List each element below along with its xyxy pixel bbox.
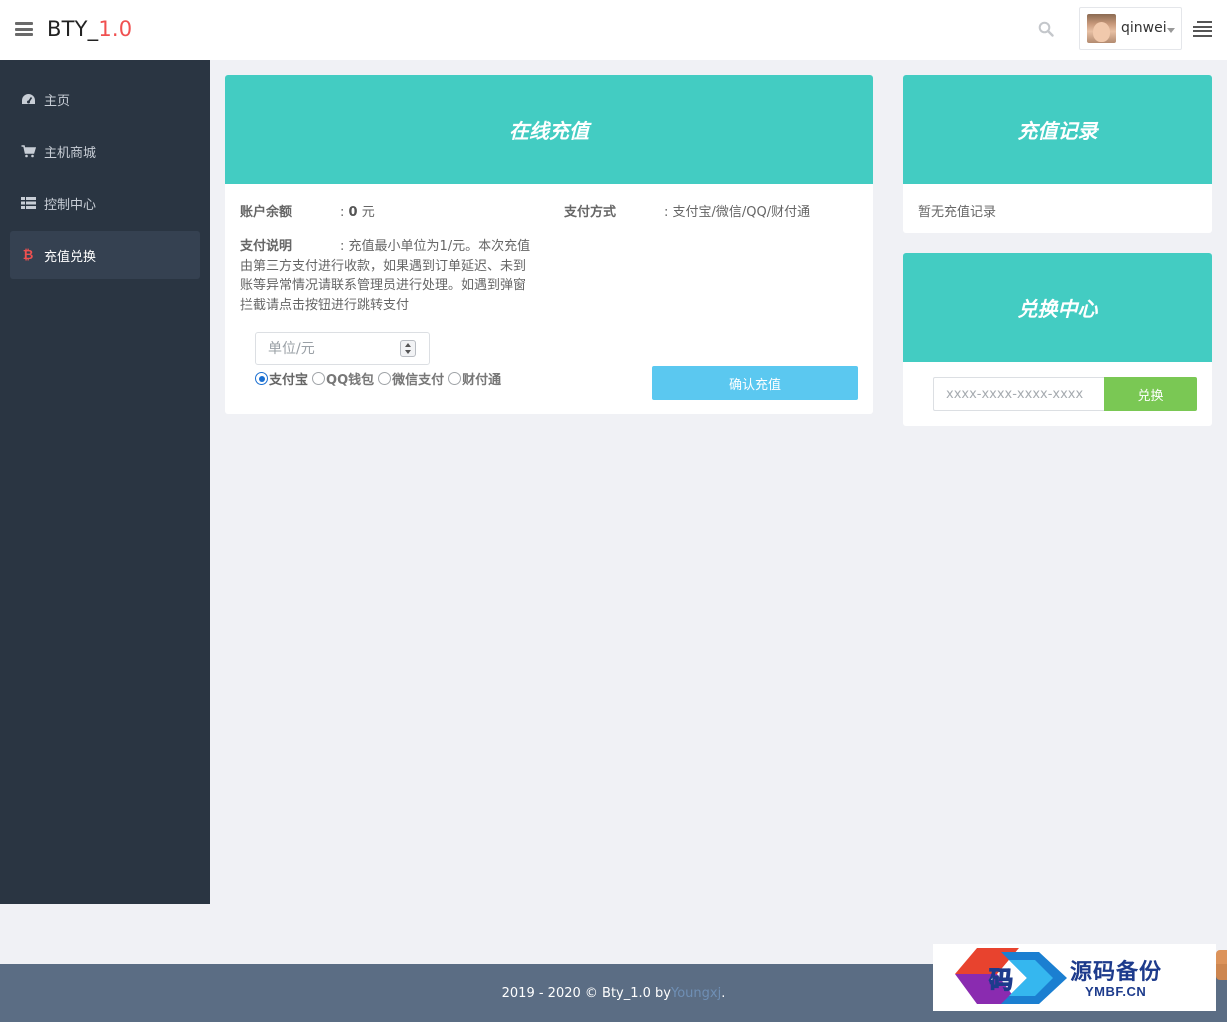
redeem-code-input[interactable] — [933, 377, 1105, 411]
radio-label: QQ钱包 — [326, 373, 375, 388]
footer-end: . — [721, 985, 726, 1001]
list-icon — [20, 195, 36, 211]
pay-method-label: 支付方式 — [564, 205, 617, 220]
watermark-logo: 码 — [955, 948, 1067, 1004]
radio-dot — [255, 372, 268, 385]
chevron-down-icon — [1167, 28, 1175, 33]
pay-options: 支付宝 QQ钱包 微信支付 财付通 — [255, 369, 505, 388]
amount-field — [255, 332, 430, 365]
balance-label: 账户余额 — [240, 205, 293, 220]
watermark-logo-char: 码 — [989, 965, 1013, 994]
balance-unit: 元 — [357, 205, 375, 220]
sidebar-item-label: 充值兑换 — [44, 249, 97, 265]
avatar — [1087, 14, 1116, 43]
exchange-panel: 兑换中心 兑换 — [903, 253, 1212, 426]
watermark-edge — [1216, 950, 1227, 980]
aside-toggle-icon[interactable] — [1193, 21, 1212, 37]
radio-label: 支付宝 — [269, 373, 309, 388]
sidebar-item-label: 控制中心 — [44, 197, 97, 213]
bitcoin-icon: ₿ — [22, 248, 34, 263]
records-title: 充值记录 — [903, 75, 1212, 184]
confirm-recharge-button[interactable]: 确认充值 — [652, 366, 858, 400]
watermark-name: 源码备份 — [1070, 959, 1163, 985]
amount-stepper[interactable] — [400, 340, 416, 357]
balance-value: : 0 元 — [340, 201, 375, 220]
exchange-title: 兑换中心 — [903, 253, 1212, 362]
radio-wechat-pay[interactable]: 微信支付 — [378, 369, 444, 388]
radio-qq-wallet[interactable]: QQ钱包 — [312, 369, 374, 388]
sidebar-item-host-shop[interactable]: 主机商城 — [10, 127, 200, 175]
records-empty-text: 暂无充值记录 — [918, 205, 997, 220]
recharge-panel: 在线充值 账户余额 : 0 元 支付方式 : 支付宝/微信/QQ/财付通 支付说… — [225, 75, 873, 414]
balance-amount: 0 — [348, 205, 358, 220]
radio-dot — [448, 372, 462, 385]
footer-text: 2019 - 2020 © Bty_1.0 by — [501, 985, 671, 1001]
exchange-button[interactable]: 兑换 — [1104, 377, 1197, 411]
radio-alipay[interactable]: 支付宝 — [255, 369, 308, 388]
radio-dot — [378, 372, 392, 385]
user-menu[interactable]: qinwei — [1079, 7, 1182, 50]
records-panel: 充值记录 暂无充值记录 — [903, 75, 1212, 233]
pay-description: 支付说明: 充值最小单位为1/元。本次充值由第三方支付进行收款，如果遇到订单延迟… — [240, 237, 532, 315]
menu-toggle-icon[interactable] — [15, 22, 33, 36]
sidebar-item-control-center[interactable]: 控制中心 — [10, 179, 200, 227]
watermark-site: YMBF.CN — [1085, 984, 1147, 999]
radio-label: 财付通 — [462, 373, 502, 388]
balance-prefix: : — [340, 205, 349, 220]
username: qinwei — [1121, 20, 1167, 36]
pay-method-value: : 支付宝/微信/QQ/财付通 — [664, 205, 811, 220]
radio-tenpay[interactable]: 财付通 — [448, 369, 501, 388]
sidebar-item-home[interactable]: 主页 — [10, 75, 200, 123]
top-header: BTY_1.0 qinwei — [0, 0, 1227, 60]
brand-logo[interactable]: BTY_1.0 — [47, 17, 132, 41]
cart-icon — [20, 143, 36, 159]
sidebar-item-label: 主页 — [44, 93, 71, 109]
dashboard-icon — [20, 91, 36, 107]
brand-name: BTY_ — [47, 17, 99, 41]
search-icon[interactable] — [1038, 21, 1054, 37]
radio-dot — [312, 372, 326, 385]
sidebar-item-recharge[interactable]: ₿ 充值兑换 — [10, 231, 200, 279]
pay-desc-label: 支付说明 — [240, 239, 293, 254]
footer-author-link[interactable]: Youngxj — [671, 986, 721, 1001]
sidebar-item-label: 主机商城 — [44, 145, 97, 161]
sidebar: 主页 主机商城 控制中心 ₿ 充值兑换 — [0, 60, 210, 904]
brand-version: 1.0 — [98, 17, 133, 41]
watermark: 码 源码备份 YMBF.CN — [933, 944, 1216, 1011]
recharge-title: 在线充值 — [225, 75, 873, 184]
radio-label: 微信支付 — [392, 373, 445, 388]
amount-input[interactable] — [256, 333, 396, 364]
